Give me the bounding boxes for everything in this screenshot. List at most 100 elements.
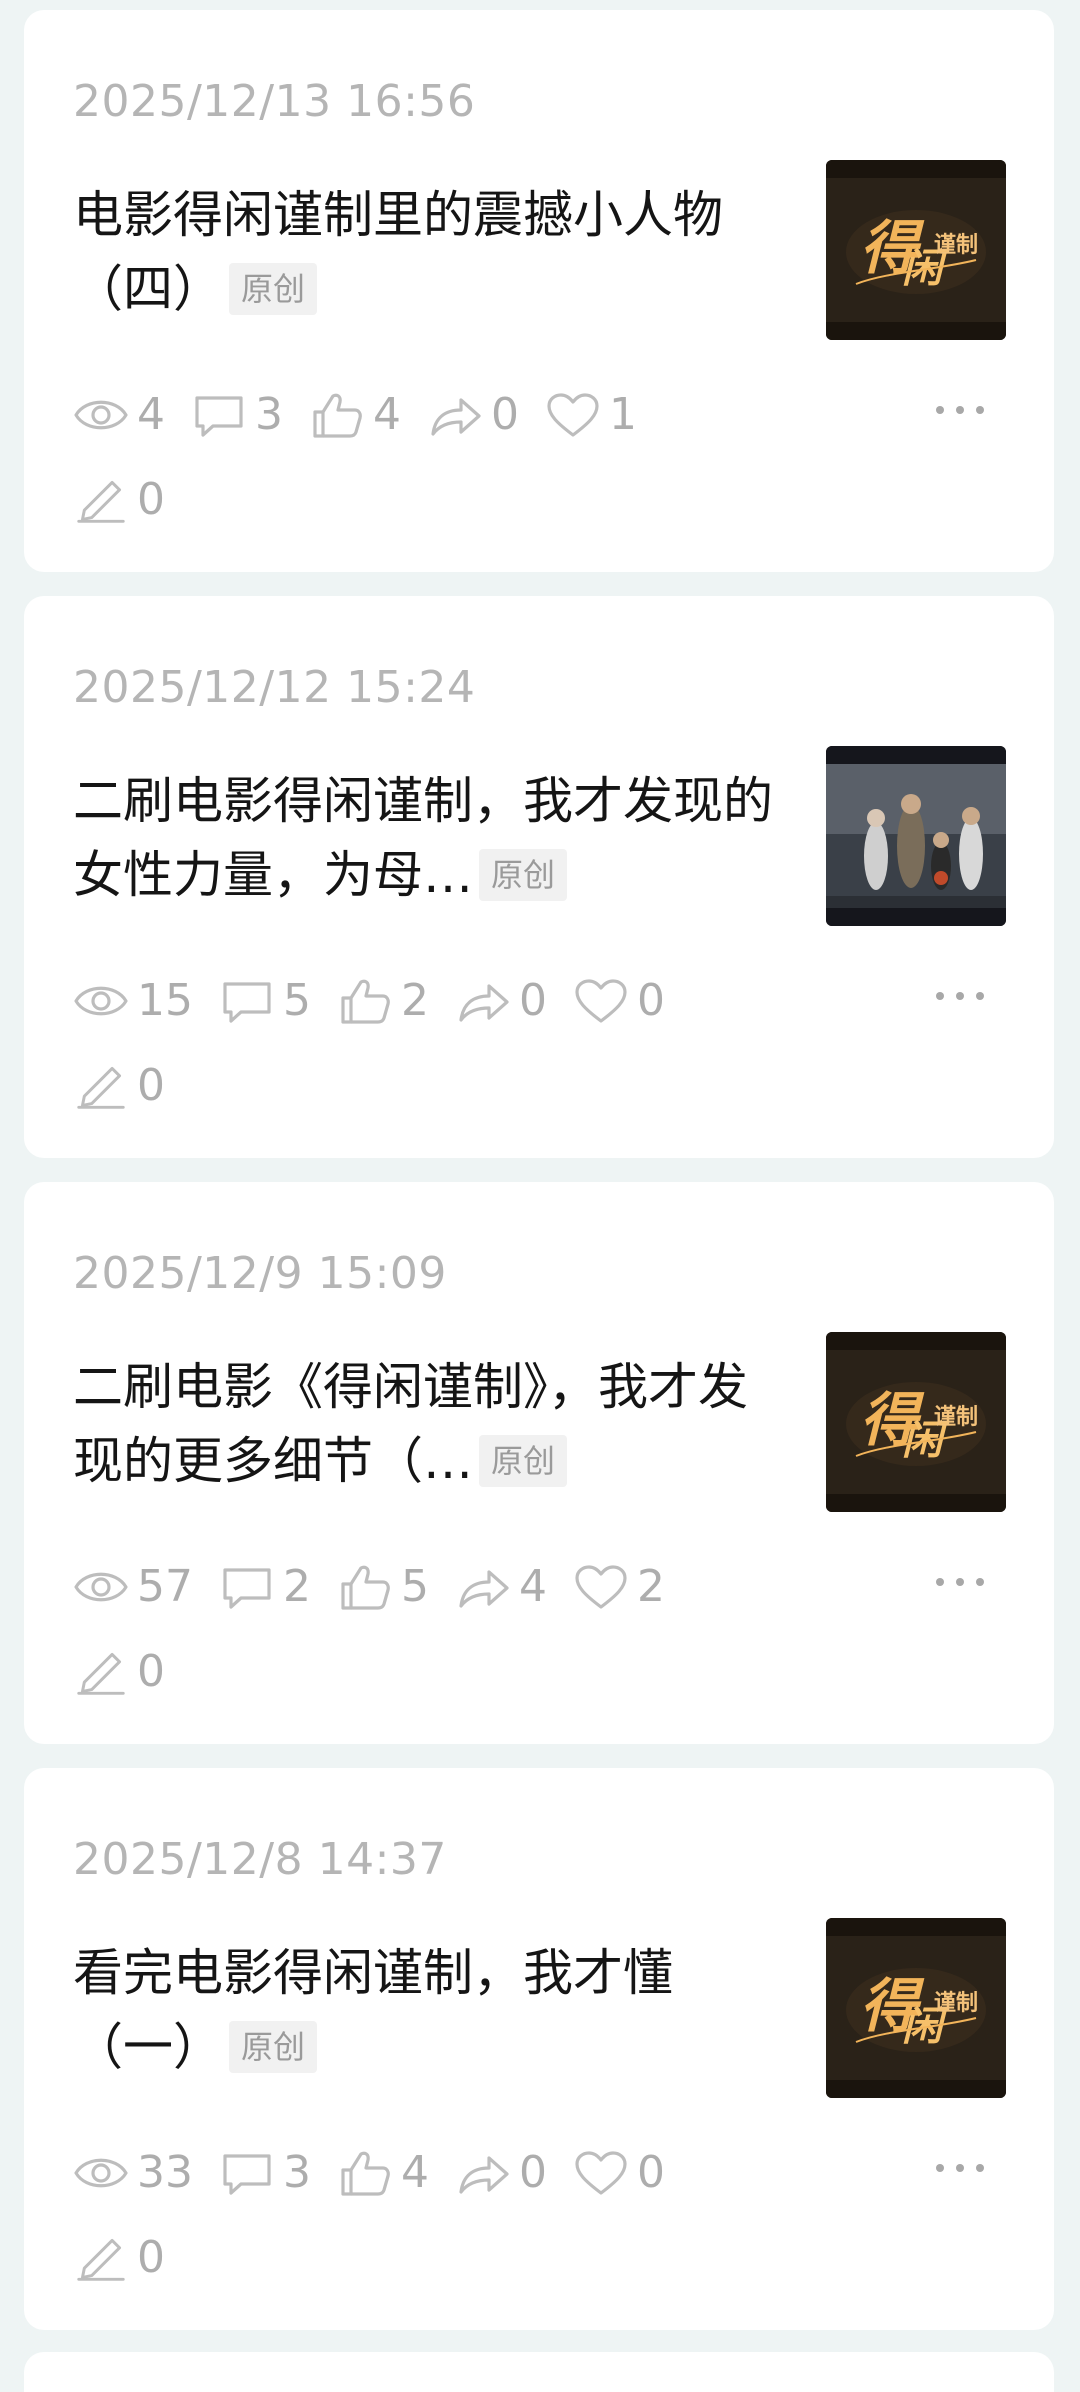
- share-icon[interactable]: [427, 390, 483, 440]
- heart-icon[interactable]: [573, 2148, 629, 2198]
- post-thumbnail[interactable]: [826, 746, 1006, 926]
- thumbs-up-icon[interactable]: [309, 390, 365, 440]
- post-timestamp: 2025/12/13 16:56: [73, 76, 476, 127]
- more-options-icon[interactable]: [930, 2148, 990, 2188]
- post-timestamp: 2025/12/9 15:09: [73, 1248, 447, 1299]
- favorites-stat[interactable]: 0: [573, 971, 665, 1031]
- favorites-stat[interactable]: 2: [573, 1557, 665, 1617]
- original-badge: 原创: [479, 848, 568, 901]
- post-timestamp: 2025/12/8 14:37: [73, 1834, 447, 1885]
- favorites-count: 0: [637, 975, 665, 1026]
- views-stat: 4: [73, 385, 165, 445]
- original-badge: 原创: [229, 262, 318, 315]
- eye-icon: [74, 1572, 128, 1602]
- post-card[interactable]: 2025/12/9 15:09 二刷电影《得闲谨制》，我才发现的更多细节（… 原创…: [24, 1182, 1054, 1744]
- edits-count: 0: [137, 474, 165, 525]
- shares-stat[interactable]: 0: [427, 385, 519, 445]
- post-title[interactable]: 二刷电影《得闲谨制》，我才发现的更多细节（… 原创: [73, 1350, 793, 1498]
- pen-icon[interactable]: [73, 1647, 129, 1697]
- post-thumbnail[interactable]: [826, 1332, 1006, 1512]
- comments-count: 5: [283, 975, 311, 1026]
- pen-icon[interactable]: [73, 475, 129, 525]
- likes-stat[interactable]: 2: [337, 971, 429, 1031]
- comments-count: 3: [255, 389, 283, 440]
- shares-count: 0: [491, 389, 519, 440]
- comments-stat[interactable]: 2: [219, 1557, 311, 1617]
- original-badge: 原创: [479, 1434, 568, 1487]
- post-card[interactable]: 2025/12/8 14:37 看完电影得闲谨制，我才懂（一） 原创 33 3 4…: [24, 1768, 1054, 2330]
- comments-stat[interactable]: 3: [219, 2143, 311, 2203]
- favorites-stat[interactable]: 0: [573, 2143, 665, 2203]
- original-badge: 原创: [229, 2020, 318, 2073]
- favorites-count: 1: [609, 389, 637, 440]
- post-card[interactable]: 2025/12/12 15:24 二刷电影得闲谨制，我才发现的女性力量，为母… 原…: [24, 596, 1054, 1158]
- likes-count: 4: [373, 389, 401, 440]
- edits-count: 0: [137, 1060, 165, 1111]
- thumbs-up-icon[interactable]: [337, 976, 393, 1026]
- likes-count: 2: [401, 975, 429, 1026]
- share-icon[interactable]: [455, 976, 511, 1026]
- post-card[interactable]: 2025/12/13 16:56 电影得闲谨制里的震撼小人物（四） 原创 4 3 …: [24, 10, 1054, 572]
- eye-icon: [74, 400, 128, 430]
- shares-stat[interactable]: 4: [455, 1557, 547, 1617]
- comments-count: 3: [283, 2147, 311, 2198]
- heart-icon[interactable]: [573, 1562, 629, 1612]
- post-timestamp: 2025/12/12 15:24: [73, 662, 476, 713]
- pen-icon[interactable]: [73, 1061, 129, 1111]
- likes-stat[interactable]: 4: [337, 2143, 429, 2203]
- comments-count: 2: [283, 1561, 311, 1612]
- post-stats-row: 57 2 5 4 2: [73, 1557, 691, 1617]
- post-title-text: 看完电影得闲谨制，我才懂（一）: [73, 1944, 673, 2076]
- post-stats-row: 33 3 4 0 0: [73, 2143, 691, 2203]
- more-options-icon[interactable]: [930, 390, 990, 430]
- post-title-text: 二刷电影得闲谨制，我才发现的女性力量，为母…: [73, 772, 773, 904]
- eye-icon: [74, 2158, 128, 2188]
- heart-icon[interactable]: [545, 390, 601, 440]
- post-title-text: 二刷电影《得闲谨制》，我才发现的更多细节（…: [73, 1358, 748, 1490]
- post-title-text: 电影得闲谨制里的震撼小人物（四）: [73, 186, 723, 318]
- views-count: 15: [137, 975, 193, 1026]
- likes-count: 4: [401, 2147, 429, 2198]
- likes-count: 5: [401, 1561, 429, 1612]
- post-feed: 2025/12/13 16:56 电影得闲谨制里的震撼小人物（四） 原创 4 3 …: [0, 0, 1080, 2392]
- post-stats-row: 4 3 4 0 1: [73, 385, 663, 445]
- post-thumbnail[interactable]: [826, 1918, 1006, 2098]
- comments-stat[interactable]: 3: [191, 385, 283, 445]
- shares-count: 4: [519, 1561, 547, 1612]
- comment-icon[interactable]: [219, 2148, 275, 2198]
- favorites-stat[interactable]: 1: [545, 385, 637, 445]
- more-options-icon[interactable]: [930, 1562, 990, 1602]
- views-stat: 15: [73, 971, 193, 1031]
- likes-stat[interactable]: 4: [309, 385, 401, 445]
- thumbs-up-icon[interactable]: [337, 2148, 393, 2198]
- thumbs-up-icon[interactable]: [337, 1562, 393, 1612]
- post-title[interactable]: 二刷电影得闲谨制，我才发现的女性力量，为母… 原创: [73, 764, 793, 912]
- favorites-count: 0: [637, 2147, 665, 2198]
- share-icon[interactable]: [455, 2148, 511, 2198]
- post-stats-row: 15 5 2 0 0: [73, 971, 691, 1031]
- edits-stat[interactable]: 0: [73, 1056, 165, 1116]
- comment-icon[interactable]: [219, 1562, 275, 1612]
- post-thumbnail[interactable]: [826, 160, 1006, 340]
- post-title[interactable]: 看完电影得闲谨制，我才懂（一） 原创: [73, 1936, 793, 2084]
- edits-count: 0: [137, 2232, 165, 2283]
- likes-stat[interactable]: 5: [337, 1557, 429, 1617]
- edits-count: 0: [137, 1646, 165, 1697]
- edits-stat[interactable]: 0: [73, 2228, 165, 2288]
- shares-stat[interactable]: 0: [455, 2143, 547, 2203]
- edits-stat[interactable]: 0: [73, 1642, 165, 1702]
- heart-icon[interactable]: [573, 976, 629, 1026]
- views-count: 57: [137, 1561, 193, 1612]
- shares-count: 0: [519, 975, 547, 1026]
- post-title[interactable]: 电影得闲谨制里的震撼小人物（四） 原创: [73, 178, 793, 326]
- share-icon[interactable]: [455, 1562, 511, 1612]
- shares-count: 0: [519, 2147, 547, 2198]
- shares-stat[interactable]: 0: [455, 971, 547, 1031]
- more-options-icon[interactable]: [930, 976, 990, 1016]
- comments-stat[interactable]: 5: [219, 971, 311, 1031]
- edits-stat[interactable]: 0: [73, 470, 165, 530]
- comment-icon[interactable]: [219, 976, 275, 1026]
- comment-icon[interactable]: [191, 390, 247, 440]
- views-count: 33: [137, 2147, 193, 2198]
- pen-icon[interactable]: [73, 2233, 129, 2283]
